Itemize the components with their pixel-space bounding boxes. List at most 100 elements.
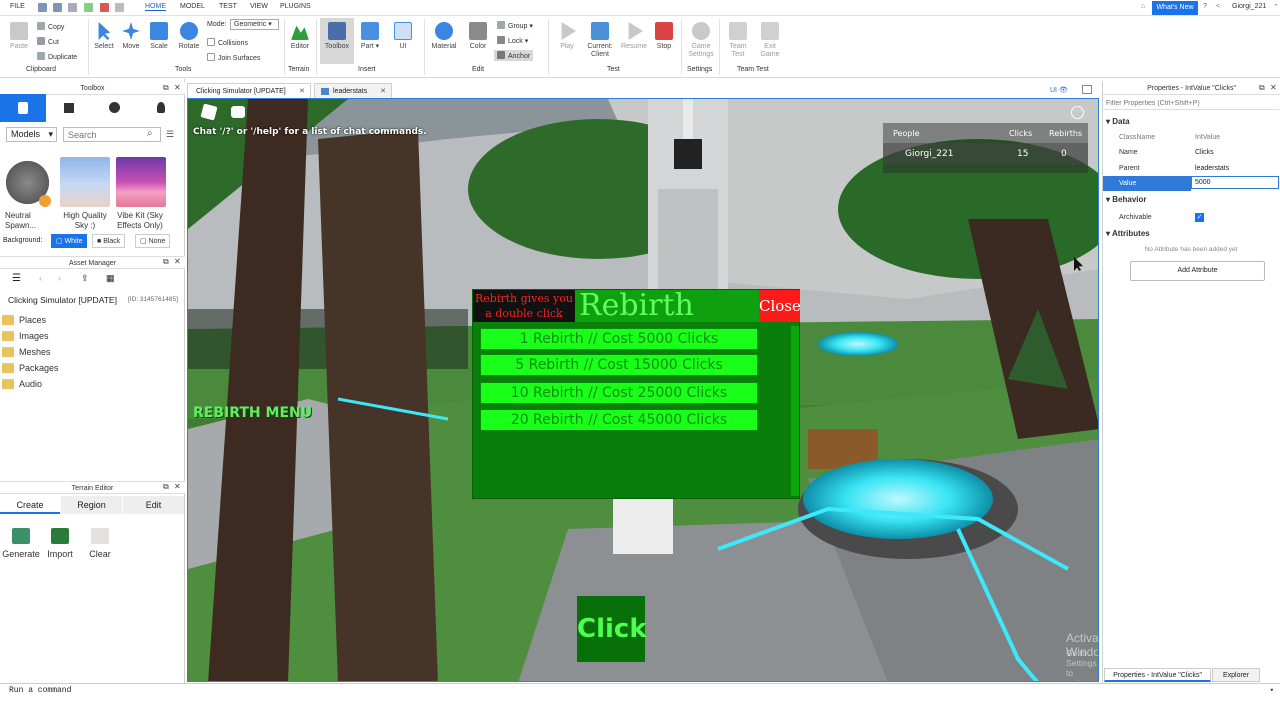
folder-packages[interactable]: Packages — [0, 363, 59, 373]
publish-icon[interactable] — [84, 3, 93, 12]
data-section-header[interactable]: ▾ Data — [1106, 117, 1130, 126]
attributes-section-header[interactable]: ▾ Attributes — [1106, 229, 1150, 238]
copy-button[interactable]: Copy — [37, 22, 64, 31]
click-button[interactable]: Click — [577, 596, 647, 662]
folder-images[interactable]: Images — [0, 331, 49, 341]
property-classname[interactable]: ClassName IntValue — [1103, 130, 1279, 145]
more-options-icon[interactable]: ··· — [1071, 106, 1084, 119]
help-icon[interactable]: ? — [1203, 3, 1207, 10]
toolbox-toggle-button[interactable]: Toolbox — [320, 18, 354, 64]
menu-view[interactable]: VIEW — [250, 3, 268, 10]
move-tool-button[interactable]: Move — [119, 22, 143, 51]
forward-icon[interactable]: › — [58, 273, 61, 283]
whats-new-button[interactable]: What's New — [1152, 1, 1198, 15]
color-button[interactable]: Color — [466, 22, 490, 51]
rebirth-option-button[interactable]: 5 Rebirth // Cost 15000 Clicks — [480, 354, 758, 376]
dock-icon[interactable]: ⧉ — [1259, 84, 1265, 92]
rebirth-close-button[interactable]: Close — [759, 290, 801, 322]
exit-game-button[interactable]: Exit Game — [758, 22, 782, 59]
play-button[interactable]: Play — [555, 22, 579, 51]
tab-leaderstats[interactable]: leaderstats ✕ — [314, 83, 392, 98]
stop-button[interactable]: Stop — [653, 22, 675, 51]
tab-properties[interactable]: Properties - IntValue "Clicks" — [1104, 668, 1211, 682]
resume-button[interactable]: Resume — [619, 22, 649, 51]
grid-view-icon[interactable]: ▦ — [106, 273, 115, 284]
collisions-checkbox[interactable]: Collisions — [207, 38, 248, 47]
close-icon[interactable]: ✕ — [174, 258, 181, 266]
upload-icon[interactable]: ⇪ — [81, 273, 89, 284]
dock-icon[interactable]: ⧉ — [163, 84, 169, 92]
background-white-option[interactable]: ▢ White — [51, 234, 88, 248]
add-attribute-button[interactable]: Add Attribute — [1130, 261, 1265, 281]
dock-icon[interactable]: ⧉ — [163, 483, 169, 491]
undo-icon[interactable] — [115, 3, 124, 12]
property-parent[interactable]: Parent leaderstats — [1103, 161, 1279, 176]
dock-icon[interactable]: ⧉ — [163, 258, 169, 266]
back-icon[interactable]: ‹ — [39, 273, 42, 283]
group-button[interactable]: Group ▾ — [497, 21, 533, 30]
tab-place[interactable]: Clicking Simulator [UPDATE] ✕ — [187, 83, 311, 98]
menu-file[interactable]: FILE — [10, 3, 25, 10]
ui-visibility-toggle[interactable]: UI 👁 — [1050, 86, 1068, 94]
game-viewport[interactable]: ··· Chat '/?' or '/help' for a list of c… — [187, 98, 1099, 682]
paste-button[interactable]: Paste — [6, 22, 32, 51]
folder-places[interactable]: Places — [0, 315, 46, 325]
scale-tool-button[interactable]: Scale — [147, 22, 171, 51]
mode-select[interactable]: Geometric ▾ — [230, 19, 279, 30]
behavior-section-header[interactable]: ▾ Behavior — [1106, 195, 1146, 204]
close-icon[interactable]: ✕ — [174, 483, 181, 491]
save-icon[interactable] — [68, 3, 77, 12]
command-bar[interactable]: Run a command ▾ — [0, 683, 1280, 697]
new-file-icon[interactable] — [38, 3, 47, 12]
search-icon[interactable]: ⌕ — [147, 128, 153, 139]
property-value[interactable]: Value 5000 — [1103, 176, 1279, 191]
team-test-button[interactable]: Team Test — [726, 22, 750, 59]
current-client-button[interactable]: Current: Client — [584, 22, 616, 59]
tab-recent[interactable] — [92, 94, 138, 122]
home-icon[interactable]: ⌂ — [1141, 3, 1145, 10]
rebirth-scrollbar[interactable] — [791, 326, 799, 496]
menu-plugins[interactable]: PLUGINS — [280, 3, 311, 10]
folder-meshes[interactable]: Meshes — [0, 347, 51, 357]
command-input[interactable]: Run a command — [9, 686, 71, 695]
archivable-checkbox[interactable]: ✓ — [1195, 213, 1204, 222]
anchor-toggle[interactable]: Anchor — [494, 50, 534, 61]
rebirth-option-button[interactable]: 20 Rebirth // Cost 45000 Clicks — [480, 409, 758, 431]
close-icon[interactable]: ✕ — [174, 84, 181, 92]
generate-button[interactable]: Generate — [1, 528, 41, 559]
vibe-kit-thumbnail[interactable] — [116, 157, 166, 207]
category-select[interactable]: Models ▾ — [6, 127, 57, 142]
chat-icon[interactable] — [231, 106, 245, 118]
rebirth-option-button[interactable]: 10 Rebirth // Cost 25000 Clicks — [480, 382, 758, 404]
tab-edit[interactable]: Edit — [123, 496, 184, 514]
close-icon[interactable]: ✕ — [1270, 84, 1277, 92]
menu-test[interactable]: TEST — [219, 3, 237, 10]
join-surfaces-checkbox[interactable]: Join Surfaces — [207, 53, 260, 62]
maximize-icon[interactable] — [1082, 85, 1092, 94]
property-name[interactable]: Name Clicks — [1103, 145, 1279, 160]
duplicate-button[interactable]: Duplicate — [37, 52, 77, 61]
part-button[interactable]: Part ▾ — [357, 22, 383, 51]
material-button[interactable]: Material — [429, 22, 459, 51]
import-button[interactable]: Import — [40, 528, 80, 559]
menu-home[interactable]: HOME — [145, 3, 166, 11]
background-none-option[interactable]: ▢ None — [135, 234, 171, 248]
property-archivable[interactable]: Archivable ✓ — [1103, 210, 1279, 225]
filter-properties-input[interactable] — [1103, 97, 1279, 110]
lock-button[interactable]: Lock ▾ — [497, 36, 528, 45]
tab-inventory[interactable] — [0, 94, 46, 122]
rebirth-menu-button[interactable]: REBIRTH MENU — [193, 405, 312, 421]
rebirth-option-button[interactable]: 1 Rebirth // Cost 5000 Clicks — [480, 328, 758, 350]
tab-region[interactable]: Region — [61, 496, 122, 514]
tab-create[interactable]: Create — [0, 496, 60, 514]
user-name[interactable]: Giorgi_221 — [1232, 3, 1266, 10]
cut-button[interactable]: Cut — [37, 37, 59, 46]
value-input[interactable]: 5000 — [1191, 176, 1279, 189]
clear-button[interactable]: Clear — [80, 528, 120, 559]
game-settings-button[interactable]: Game Settings — [686, 22, 716, 59]
folder-audio[interactable]: Audio — [0, 379, 42, 389]
open-icon[interactable] — [53, 3, 62, 12]
user-menu-chevron-icon[interactable]: ⌃ — [1273, 3, 1279, 11]
select-tool-button[interactable]: Select — [92, 22, 116, 51]
menu-model[interactable]: MODEL — [180, 3, 205, 10]
